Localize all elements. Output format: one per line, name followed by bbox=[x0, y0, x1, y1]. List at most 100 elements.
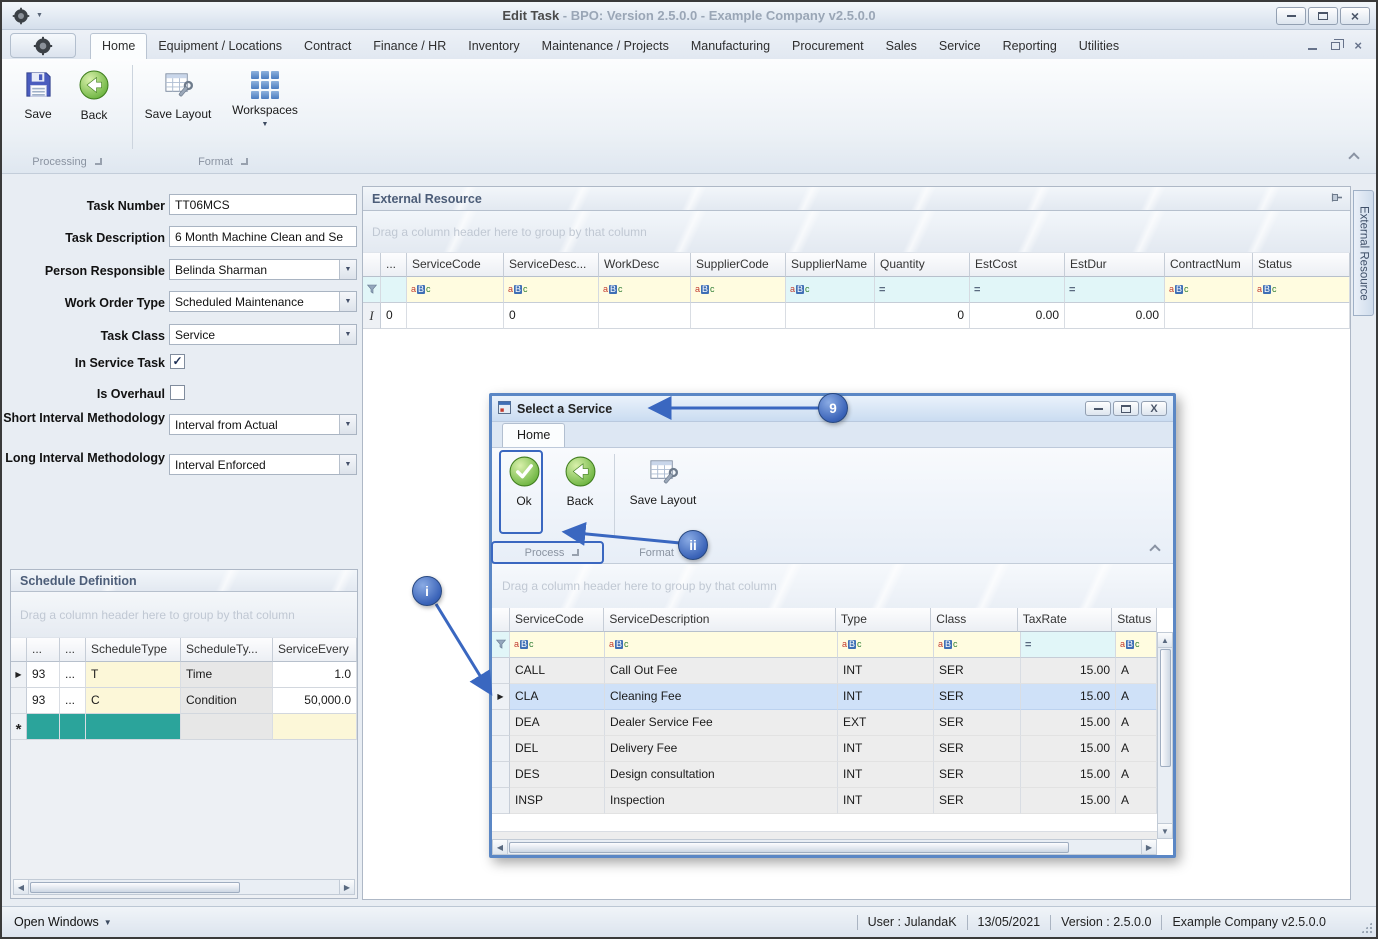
column-header[interactable]: Status bbox=[1253, 253, 1350, 277]
filter-cell[interactable]: aBc bbox=[504, 277, 599, 303]
grid-cell[interactable] bbox=[407, 303, 504, 329]
grid-row[interactable]: DES Design consultation INT SER 15.00 A bbox=[492, 762, 1157, 788]
person-responsible-value[interactable] bbox=[170, 260, 339, 279]
long-interval-methodology-value[interactable] bbox=[170, 455, 339, 474]
scroll-down-icon[interactable]: ▼ bbox=[1158, 823, 1172, 838]
column-header[interactable]: SupplierName bbox=[786, 253, 875, 277]
work-order-type-select[interactable]: ▼ bbox=[169, 291, 357, 312]
grid-cell[interactable]: 15.00 bbox=[1021, 658, 1116, 684]
filter-cell[interactable]: aBc bbox=[1116, 632, 1157, 658]
grid-cell[interactable]: INT bbox=[838, 658, 934, 684]
scroll-left-icon[interactable]: ◀ bbox=[493, 840, 508, 854]
column-header[interactable]: ServiceEvery bbox=[273, 638, 357, 662]
work-order-type-value[interactable] bbox=[170, 292, 339, 311]
scrollbar-thumb[interactable] bbox=[509, 841, 1069, 853]
scroll-right-icon[interactable]: ▶ bbox=[1141, 840, 1156, 854]
filter-cell[interactable] bbox=[381, 277, 407, 303]
grid-cell[interactable]: CLA bbox=[510, 684, 605, 710]
dialog-minimize-button[interactable] bbox=[1085, 401, 1111, 416]
short-interval-methodology-select[interactable]: ▼ bbox=[169, 414, 357, 435]
resize-grip[interactable] bbox=[1360, 921, 1373, 934]
task-class-select[interactable]: ▼ bbox=[169, 324, 357, 345]
ribbon-tab-finance-hr[interactable]: Finance / HR bbox=[362, 34, 457, 59]
grid-cell[interactable]: A bbox=[1116, 658, 1157, 684]
scrollbar-thumb[interactable] bbox=[30, 881, 240, 893]
grid-cell[interactable]: 50,000.0 bbox=[273, 688, 357, 714]
column-header[interactable]: ScheduleType bbox=[86, 638, 181, 662]
external-resource-group-by-bar[interactable]: Drag a column header here to group by th… bbox=[363, 211, 1350, 253]
grid-cell[interactable]: A bbox=[1116, 684, 1157, 710]
column-header[interactable]: Status bbox=[1112, 608, 1157, 632]
grid-cell[interactable] bbox=[786, 303, 875, 329]
row-indicator[interactable] bbox=[492, 710, 510, 736]
short-interval-methodology-value[interactable] bbox=[170, 415, 339, 434]
column-header[interactable]: EstCost bbox=[970, 253, 1065, 277]
save-layout-button[interactable]: Save Layout bbox=[142, 69, 214, 121]
grid-cell[interactable] bbox=[27, 714, 60, 740]
work-order-type-dropdown-icon[interactable]: ▼ bbox=[339, 292, 356, 311]
grid-row[interactable]: ▶ CLA Cleaning Fee INT SER 15.00 A bbox=[492, 684, 1157, 710]
grid-cell[interactable] bbox=[86, 714, 181, 740]
grid-cell[interactable]: Cleaning Fee bbox=[605, 684, 838, 710]
grid-cell[interactable]: ... bbox=[60, 688, 86, 714]
grid-cell[interactable]: CALL bbox=[510, 658, 605, 684]
grid-cell[interactable]: SER bbox=[934, 762, 1021, 788]
dialog-back-button[interactable]: Back bbox=[558, 455, 602, 508]
grid-cell[interactable]: DEL bbox=[510, 736, 605, 762]
column-header[interactable]: ... bbox=[381, 253, 407, 277]
filter-cell[interactable]: = bbox=[1021, 632, 1116, 658]
mdi-close-button[interactable]: × bbox=[1354, 39, 1362, 53]
short-interval-dropdown-icon[interactable]: ▼ bbox=[339, 415, 356, 434]
task-number-input[interactable] bbox=[169, 194, 357, 215]
grid-cell[interactable]: Design consultation bbox=[605, 762, 838, 788]
scrollbar-thumb[interactable] bbox=[1159, 649, 1171, 767]
column-header[interactable]: Quantity bbox=[875, 253, 970, 277]
grid-cell[interactable]: 0.00 bbox=[1065, 303, 1165, 329]
person-responsible-dropdown-icon[interactable]: ▼ bbox=[339, 260, 356, 279]
quick-access-dropdown-icon[interactable]: ▼ bbox=[36, 12, 43, 19]
column-header[interactable]: ServiceCode bbox=[407, 253, 504, 277]
grid-cell[interactable]: Condition bbox=[181, 688, 273, 714]
filter-cell[interactable] bbox=[363, 277, 381, 303]
mdi-minimize-button[interactable] bbox=[1308, 39, 1318, 53]
grid-cell[interactable] bbox=[273, 714, 357, 740]
grid-cell[interactable]: Dealer Service Fee bbox=[605, 710, 838, 736]
scroll-up-icon[interactable]: ▲ bbox=[1158, 633, 1172, 648]
grid-cell[interactable]: 0 bbox=[381, 303, 407, 329]
grid-cell[interactable] bbox=[1165, 303, 1253, 329]
row-indicator[interactable]: ▶ bbox=[11, 662, 27, 688]
scroll-right-icon[interactable]: ▶ bbox=[339, 880, 354, 894]
column-header[interactable]: TaxRate bbox=[1017, 608, 1113, 632]
filter-cell[interactable]: aBc bbox=[605, 632, 838, 658]
column-header[interactable]: ... bbox=[60, 638, 86, 662]
long-interval-methodology-select[interactable]: ▼ bbox=[169, 454, 357, 475]
application-menu-button[interactable] bbox=[10, 33, 76, 58]
ribbon-tab-contract[interactable]: Contract bbox=[293, 34, 362, 59]
grid-cell[interactable]: Delivery Fee bbox=[605, 736, 838, 762]
grid-cell[interactable]: DES bbox=[510, 762, 605, 788]
row-indicator[interactable]: ▶ bbox=[492, 684, 510, 710]
save-button[interactable]: Save bbox=[16, 69, 60, 121]
grid-cell[interactable]: C bbox=[86, 688, 181, 714]
dialog-save-layout-button[interactable]: Save Layout bbox=[624, 456, 702, 507]
schedule-horizontal-scrollbar[interactable]: ◀ ▶ bbox=[13, 879, 355, 895]
column-header[interactable]: Type bbox=[835, 608, 932, 632]
ribbon-collapse-button[interactable] bbox=[1348, 151, 1360, 165]
back-button[interactable]: Back bbox=[72, 69, 116, 122]
grid-cell[interactable]: 15.00 bbox=[1021, 762, 1116, 788]
row-indicator[interactable]: * bbox=[11, 714, 27, 740]
grid-row[interactable]: ▶ 93... T Time 1.0 bbox=[11, 662, 357, 688]
row-indicator[interactable] bbox=[492, 788, 510, 814]
minimize-button[interactable] bbox=[1276, 6, 1306, 25]
grid-cell[interactable]: INT bbox=[838, 684, 934, 710]
column-header[interactable]: EstDur bbox=[1065, 253, 1165, 277]
dialog-group-by-bar[interactable]: Drag a column header here to group by th… bbox=[492, 564, 1173, 608]
grid-cell[interactable]: 15.00 bbox=[1021, 710, 1116, 736]
grid-row[interactable]: DEA Dealer Service Fee EXT SER 15.00 A bbox=[492, 710, 1157, 736]
ribbon-tab-reporting[interactable]: Reporting bbox=[992, 34, 1068, 59]
dialog-vertical-scrollbar[interactable]: ▲ ▼ bbox=[1157, 632, 1173, 839]
grid-cell[interactable]: ... bbox=[60, 662, 86, 688]
ribbon-tab-manufacturing[interactable]: Manufacturing bbox=[680, 34, 781, 59]
grid-cell[interactable]: 15.00 bbox=[1021, 684, 1116, 710]
row-indicator[interactable] bbox=[492, 736, 510, 762]
